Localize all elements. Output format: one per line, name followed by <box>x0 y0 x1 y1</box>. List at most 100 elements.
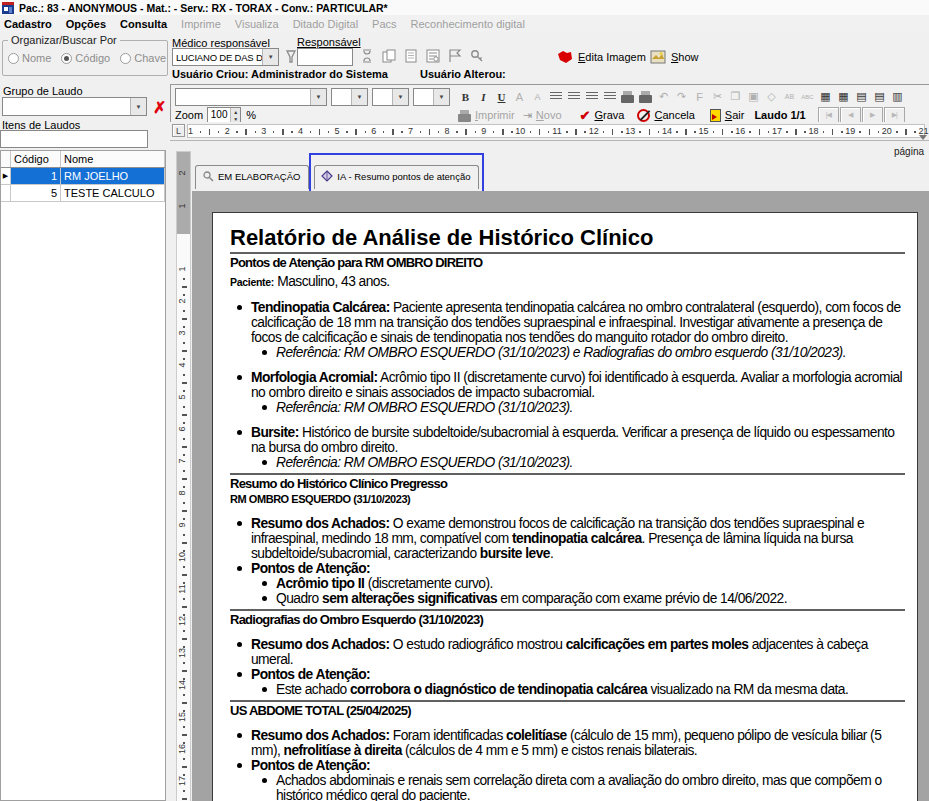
align-right-icon[interactable] <box>583 89 600 105</box>
bold-icon[interactable]: B <box>457 89 474 105</box>
redo-icon[interactable]: ↷ <box>673 89 690 105</box>
edita-imagem-button[interactable]: Edita Imagem <box>557 50 646 64</box>
align-center-icon[interactable] <box>565 89 582 105</box>
app-icon <box>2 2 14 14</box>
size-combo[interactable]: ▼ <box>372 88 409 106</box>
imprimir-button[interactable]: Imprimir <box>458 109 515 122</box>
menu-opções[interactable]: Opções <box>66 18 106 30</box>
shape-icon[interactable]: ◇ <box>763 89 780 105</box>
italic-icon[interactable]: I <box>475 89 492 105</box>
style-combo[interactable]: ▼ <box>175 88 327 106</box>
bullet-icon <box>262 581 267 586</box>
bullet-icon <box>237 733 242 738</box>
format-f-icon[interactable]: F <box>691 89 708 105</box>
nav-first-button[interactable]: |◀ <box>818 107 839 123</box>
undo-icon[interactable]: ↶ <box>655 89 672 105</box>
doc-para: Paciente: Masculino, 43 anos. <box>230 274 905 290</box>
align-justify-icon[interactable] <box>601 89 618 105</box>
funnel-icon[interactable] <box>285 50 297 64</box>
underline-icon[interactable]: U <box>493 89 510 105</box>
doc-li2: Quadro sem alterações significativas em … <box>230 591 905 606</box>
radio-circle-icon[interactable] <box>120 53 131 64</box>
row-insert-icon[interactable]: ▤ <box>853 89 870 105</box>
column-header-nome[interactable]: Nome <box>61 151 165 167</box>
tab-label: EM ELABORAÇÃO <box>218 171 300 182</box>
zoom-spinner[interactable]: 100 ▲▼ <box>207 107 241 123</box>
key-icon[interactable] <box>470 49 484 63</box>
novo-button[interactable]: ⇥ Novo <box>523 109 562 122</box>
ruler-number: 19 <box>845 126 855 136</box>
table-grid-icon[interactable]: ▦ <box>835 89 852 105</box>
medico-dropdown-icon[interactable]: ▼ <box>262 49 278 65</box>
menu-consulta[interactable]: Consulta <box>120 18 167 30</box>
menu-cadastro[interactable]: Cadastro <box>4 18 52 30</box>
column-header-código[interactable]: Código <box>11 151 61 167</box>
paste-icon[interactable]: ▣ <box>745 89 762 105</box>
medico-value: LUCIANO DE DAS D <box>173 49 262 65</box>
radio-circle-icon[interactable] <box>61 53 72 64</box>
nav-next-button[interactable]: ▶ <box>862 107 883 123</box>
cancela-button[interactable]: Cancela <box>637 109 694 122</box>
bullet-icon <box>237 642 242 647</box>
flag-icon[interactable] <box>448 49 462 63</box>
subscript-icon[interactable]: AB <box>781 89 798 105</box>
ruler-number: 4 <box>298 126 303 136</box>
copy-icon[interactable] <box>382 49 396 63</box>
spellcheck-icon[interactable]: ABC <box>799 89 816 105</box>
menu-pacs[interactable]: Pacs <box>372 18 396 30</box>
horizontal-ruler: L 123456789101112131415161718192021 <box>170 122 929 140</box>
stamp-icon[interactable] <box>426 49 440 63</box>
tab-highlight-rectangle <box>309 153 484 193</box>
magnifier-icon <box>202 170 214 182</box>
table-icon[interactable]: ▦ <box>817 89 834 105</box>
table-row[interactable]: 5TESTE CALCULO <box>1 185 165 202</box>
responsavel-label: Responsável <box>297 36 361 48</box>
font-grow-icon[interactable]: A <box>511 89 528 105</box>
doc-li1: Tendinopatia Calcárea: Paciente apresent… <box>230 300 905 345</box>
responsavel-input[interactable] <box>297 48 353 66</box>
align-left-icon[interactable] <box>547 89 564 105</box>
format-toolbar-row: ▼ ▼ ▼ ▼ BIUAA↶↷F✂❐▣◇ABABC▦▦▤▤▥ <box>175 87 906 106</box>
clear-grupo-button[interactable]: ✗ <box>153 98 166 117</box>
ruler-number: 2 <box>225 126 230 136</box>
document-icon[interactable] <box>404 49 418 63</box>
row-delete-icon[interactable]: ▤ <box>871 89 888 105</box>
copy-icon[interactable]: ❐ <box>727 89 744 105</box>
font-shrink-icon[interactable]: A <box>529 89 546 105</box>
hourglass-icon[interactable] <box>360 49 374 63</box>
zoom-down-icon[interactable]: ▼ <box>231 115 240 122</box>
ruler-number: 1 <box>188 126 193 136</box>
nav-last-button[interactable]: ▶| <box>884 107 905 123</box>
menu-ditado-digital[interactable]: Ditado Digital <box>293 18 358 30</box>
menu-visualiza[interactable]: Visualiza <box>235 18 279 30</box>
sair-button[interactable]: Sair <box>710 109 745 122</box>
radio-chave[interactable]: Chave <box>120 52 166 64</box>
grupo-laudo-combo[interactable]: ▼ <box>2 97 147 116</box>
tab-stop-selector[interactable]: L <box>172 124 185 137</box>
radio-código[interactable]: Código <box>61 52 110 64</box>
novo-icon: ⇥ <box>523 109 532 122</box>
itens-laudos-input[interactable] <box>0 130 148 148</box>
show-label: Show <box>671 51 699 63</box>
font-combo[interactable]: ▼ <box>331 88 368 106</box>
grupo-laudo-value <box>3 98 130 115</box>
show-button[interactable]: Show <box>650 49 699 64</box>
cut-icon[interactable]: ✂ <box>709 89 726 105</box>
table-row[interactable]: ▶1RM JOELHO <box>1 168 165 185</box>
grupo-laudo-dropdown-icon[interactable]: ▼ <box>130 98 146 115</box>
doc-li1: Resumo dos Achados: O estudo radiográfic… <box>230 637 905 667</box>
doc-li1: Morfologia Acromial: Acrômio tipo II (di… <box>230 370 905 400</box>
radio-nome[interactable]: Nome <box>8 52 51 64</box>
radio-circle-icon[interactable] <box>8 53 19 64</box>
columns-icon[interactable]: ▥ <box>889 89 906 105</box>
menu-imprime[interactable]: Imprime <box>181 18 221 30</box>
tab-em-elabora-o[interactable]: EM ELABORAÇÃO <box>195 165 309 189</box>
print-preview-icon[interactable] <box>637 89 654 105</box>
medico-combo[interactable]: LUCIANO DE DAS D ▼ <box>172 48 279 66</box>
grava-button[interactable]: ✔ Grava <box>580 108 625 123</box>
zoom-up-icon[interactable]: ▲ <box>231 108 240 115</box>
nav-prev-button[interactable]: ◀ <box>840 107 861 123</box>
menu-reconhecimento-digital[interactable]: Reconhecimento digital <box>411 18 525 30</box>
print-icon[interactable] <box>619 89 636 105</box>
color-combo[interactable]: ▼ <box>413 88 450 106</box>
